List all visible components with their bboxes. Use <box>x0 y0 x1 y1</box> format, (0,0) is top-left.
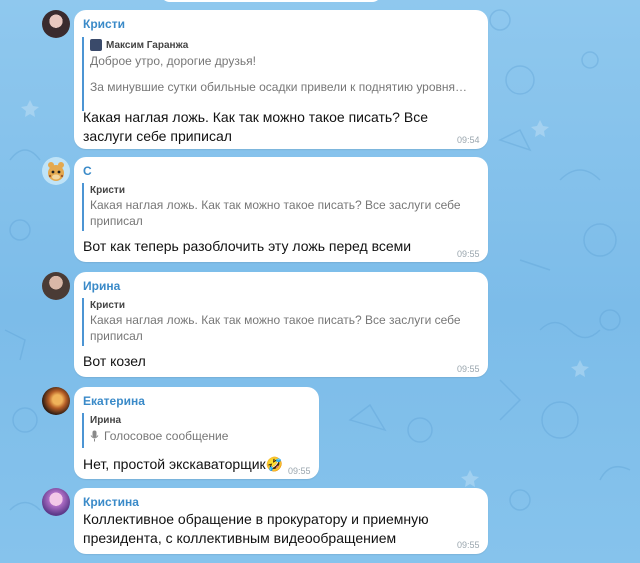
avatar[interactable] <box>42 272 70 300</box>
message-bubble[interactable]: С Кристи Какая наглая ложь. Как так можн… <box>74 157 488 262</box>
reply-text-line: Какая наглая ложь. Как так можно такое п… <box>90 198 461 228</box>
message-time: 09:54 <box>457 135 480 145</box>
sender-name[interactable]: С <box>83 164 92 178</box>
avatar[interactable] <box>42 157 70 185</box>
message-bubble[interactable]: Ирина Кристи Какая наглая ложь. Как так … <box>74 272 488 377</box>
sender-name[interactable]: Ирина <box>83 279 120 293</box>
reply-text-line: Доброе утро, дорогие друзья! <box>90 54 256 68</box>
reply-text-line: Какая наглая ложь. Как так можно такое п… <box>90 313 461 343</box>
message-time: 09:55 <box>288 466 311 476</box>
reply-author: Максим Гаранжа <box>90 39 480 51</box>
previous-message-bubble-edge <box>160 0 382 2</box>
avatar[interactable] <box>42 387 70 415</box>
user-avatar-icon <box>90 39 102 51</box>
reply-quote[interactable]: Ирина Голосовое сообщение <box>82 413 311 448</box>
reply-author: Кристи <box>90 300 125 311</box>
message-text: Коллективное обращение в прокуратору и п… <box>83 511 429 546</box>
message-bubble[interactable]: Екатерина Ирина Голосовое сообщение Нет,… <box>74 387 319 479</box>
reply-quote[interactable]: Кристи Какая наглая ложь. Как так можно … <box>82 298 480 346</box>
reply-author: Ирина <box>90 415 122 426</box>
avatar[interactable] <box>42 488 70 516</box>
message-bubble[interactable]: Кристина Коллективное обращение в прокур… <box>74 488 488 554</box>
microphone-icon <box>90 430 99 442</box>
giraffe-avatar-icon <box>48 162 64 181</box>
sender-name[interactable]: Екатерина <box>83 394 145 408</box>
reply-quote[interactable]: Максим Гаранжа Доброе утро, дорогие друз… <box>82 37 480 111</box>
reply-author: Кристи <box>90 185 125 196</box>
avatar[interactable] <box>42 10 70 38</box>
message-text: Нет, простой экскаваторщик🤣 <box>83 456 284 472</box>
sender-name[interactable]: Кристи <box>83 17 125 31</box>
sender-name[interactable]: Кристина <box>83 495 139 509</box>
message-bubble[interactable]: Кристи Максим Гаранжа Доброе утро, дорог… <box>74 10 488 149</box>
message-text: Вот козел <box>83 353 146 369</box>
message-time: 09:55 <box>457 249 480 259</box>
message-time: 09:55 <box>457 540 480 550</box>
reply-quote[interactable]: Кристи Какая наглая ложь. Как так можно … <box>82 183 480 231</box>
message-time: 09:55 <box>457 364 480 374</box>
reply-text-line: За минувшие сутки обильные осадки привел… <box>90 80 468 94</box>
message-text: Вот как теперь разоблочить эту ложь пере… <box>83 238 412 254</box>
message-text: Какая наглая ложь. Как так можно такое п… <box>83 109 428 144</box>
reply-voice-line: Голосовое сообщение <box>90 428 311 444</box>
